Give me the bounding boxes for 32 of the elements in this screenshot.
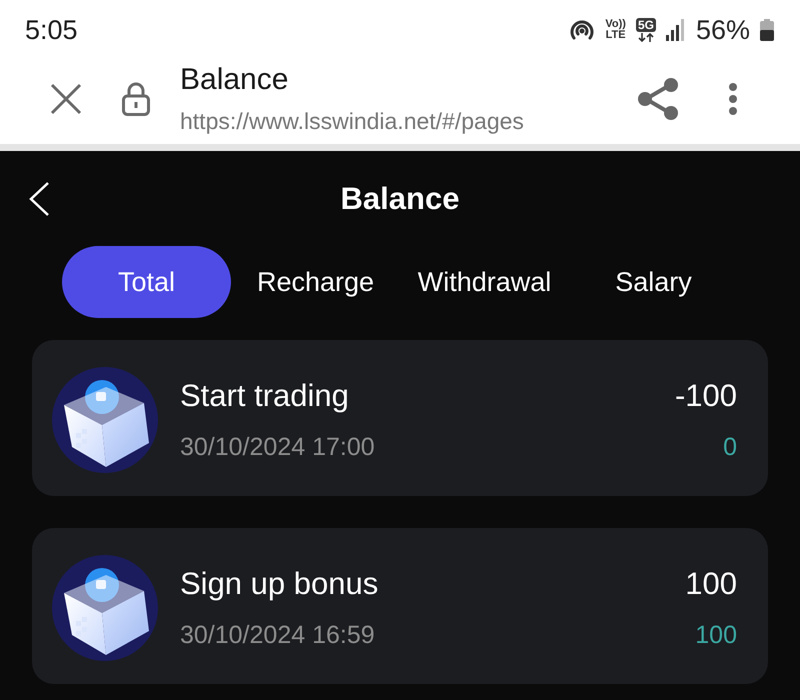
transaction-date: 30/10/2024 16:59	[180, 620, 375, 651]
status-time: 5:05	[25, 14, 78, 46]
transaction-amount: -100	[674, 377, 737, 415]
tab[interactable]: Recharge	[231, 246, 400, 318]
back-icon[interactable]	[28, 180, 50, 216]
transaction-card[interactable]: Start trading 30/10/2024 17:00 -100 0	[32, 340, 768, 496]
page-url[interactable]: https://www.lsswindia.net/#/pages	[180, 106, 524, 136]
tab[interactable]: Withdrawal	[400, 246, 569, 318]
cube-icon	[52, 555, 158, 661]
lock-icon[interactable]	[122, 82, 150, 116]
transaction-title: Start trading	[180, 377, 349, 415]
transaction-date: 30/10/2024 17:00	[180, 432, 375, 463]
page-title: Balance	[180, 62, 288, 98]
data-arrows-icon	[636, 33, 655, 42]
transaction-card[interactable]: Sign up bonus 30/10/2024 16:59 100 100	[32, 528, 768, 684]
close-icon[interactable]	[50, 82, 82, 114]
signal-icon	[666, 19, 684, 41]
balance-after: 0	[723, 432, 737, 463]
more-options-icon[interactable]	[728, 82, 738, 116]
hotspot-icon	[569, 18, 596, 42]
share-icon[interactable]	[638, 78, 678, 120]
header-title: Balance	[340, 180, 460, 216]
volte-label: Vo)) LTE	[605, 19, 626, 41]
battery-percent: 56%	[696, 14, 750, 46]
transaction-title: Sign up bonus	[180, 565, 378, 603]
cube-icon	[52, 367, 158, 473]
balance-after: 100	[695, 620, 737, 651]
tab[interactable]: Salary	[569, 246, 738, 318]
network-type-label: 5G	[636, 18, 656, 32]
tab[interactable]: Total	[62, 246, 231, 318]
battery-icon	[760, 19, 774, 41]
transaction-amount: 100	[685, 565, 737, 603]
